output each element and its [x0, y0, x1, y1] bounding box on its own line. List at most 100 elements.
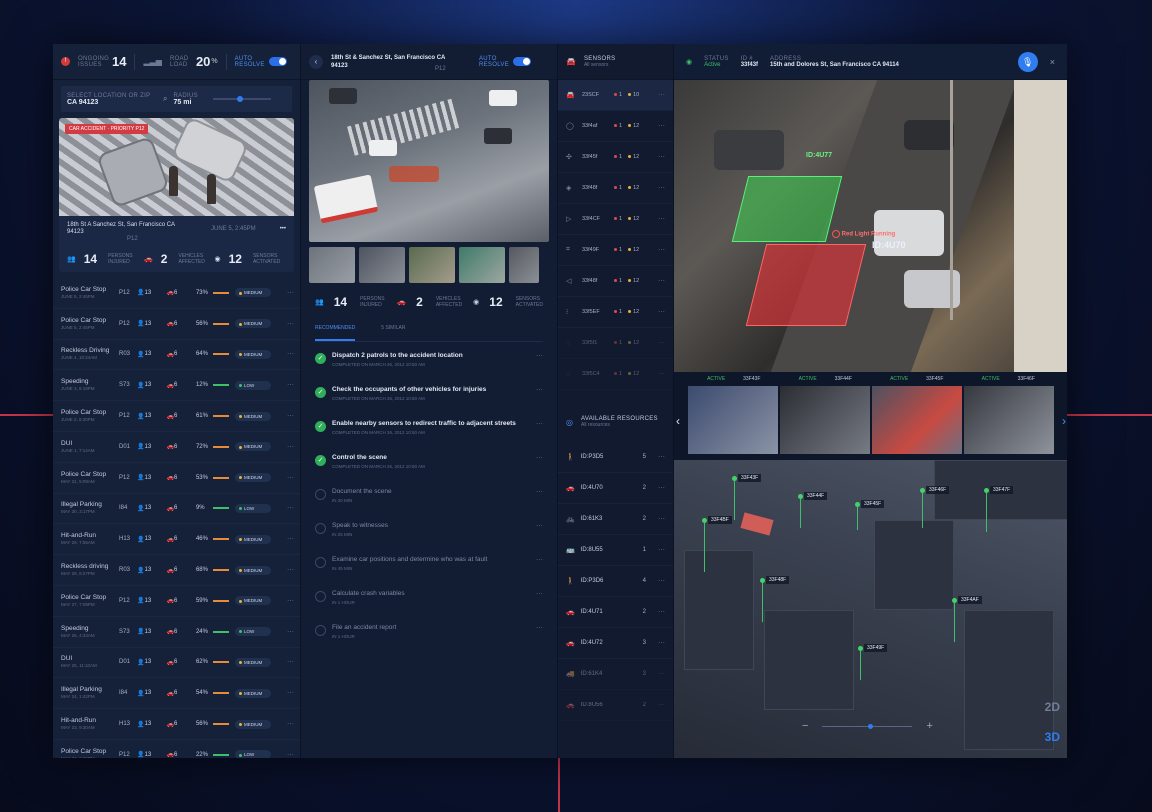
view-3d-button[interactable]: 3D: [1045, 730, 1060, 744]
view-2d-button[interactable]: 2D: [1045, 700, 1060, 714]
more-options-icon[interactable]: ⋯: [287, 535, 294, 543]
more-options-icon[interactable]: ⋯: [658, 639, 665, 647]
more-options-icon[interactable]: ⋯: [658, 546, 665, 554]
task-item[interactable]: ✓ Enable nearby sensors to redirect traff…: [301, 420, 557, 444]
location-input[interactable]: CA 94123: [67, 99, 157, 106]
resource-row[interactable]: 🚗 ID:4U71 2 ⋯: [558, 597, 673, 628]
incident-row[interactable]: Police Car Stop JUNE 5, 2:45PM P12 👤 13 🚗 6 56%…: [53, 309, 300, 340]
more-options-icon[interactable]: •••: [280, 226, 286, 232]
task-item[interactable]: Speak to witnesses IN 25 MIN ⋯: [301, 522, 557, 546]
resource-row[interactable]: 🚗 ID:8U56 2 ⋯: [558, 690, 673, 721]
resource-row[interactable]: 🚌 ID:8U55 1 ⋯: [558, 535, 673, 566]
resource-row[interactable]: 🚗 ID:4U70 2 ⋯: [558, 473, 673, 504]
incident-row[interactable]: Speeding MAY 26, 4:34AM S73 👤 13 🚗 6 24% LOW ⋯: [53, 617, 300, 648]
location-search[interactable]: SELECT LOCATION OR ZIP CA 94123 ⌕ RADIUS…: [61, 86, 292, 112]
camera-thumbnail[interactable]: [872, 386, 962, 454]
incident-row[interactable]: Police Car StopMAY 22, 6:15PMP12 👤13 🚗6 22%…: [53, 740, 300, 758]
auto-resolve-toggle[interactable]: [268, 57, 287, 66]
map-pin[interactable]: [952, 598, 957, 642]
resource-row[interactable]: 🚶 ID:P3D6 4 ⋯: [558, 566, 673, 597]
incident-row[interactable]: DUI MAY 25, 11:10AM D01 👤 13 🚗 6 62% MEDIUM ⋯: [53, 648, 300, 679]
more-options-icon[interactable]: ⋯: [287, 412, 294, 420]
sensors-filter[interactable]: All sensors: [584, 62, 615, 68]
more-options-icon[interactable]: ⋯: [536, 454, 543, 478]
map-pin[interactable]: [760, 578, 765, 622]
more-options-icon[interactable]: ⋯: [658, 215, 665, 223]
zoom-slider[interactable]: [822, 723, 913, 729]
more-options-icon[interactable]: ⋯: [658, 339, 665, 347]
search-icon[interactable]: ⌕: [163, 94, 167, 104]
incident-row[interactable]: Police Car Stop JUNE 2, 8:20PM P12 👤 13 🚗 6 61%…: [53, 401, 300, 432]
check-icon[interactable]: ✓: [315, 421, 326, 432]
more-options-icon[interactable]: ⋯: [658, 184, 665, 192]
chevron-left-icon[interactable]: ‹: [676, 414, 680, 428]
more-options-icon[interactable]: ⋯: [658, 608, 665, 616]
check-icon[interactable]: ✓: [315, 455, 326, 466]
thumbnail[interactable]: [409, 247, 455, 283]
tab-recommended[interactable]: RECOMMENDED: [315, 325, 356, 341]
tracked-vehicle-green[interactable]: [731, 176, 843, 242]
map-pin[interactable]: [798, 494, 803, 528]
incident-row[interactable]: Police Car Stop JUNE 5, 2:45PM P12 👤 13 🚗 6 73%…: [53, 278, 300, 309]
check-icon[interactable]: ✓: [315, 387, 326, 398]
more-options-icon[interactable]: ⋯: [658, 484, 665, 492]
incident-row[interactable]: Illegal Parking MAY 30, 3:17PM I84 👤 13 🚗 6 9% L…: [53, 494, 300, 525]
incident-row[interactable]: Hit-and-Run MAY 23, 9:30AM H13 👤 13 🚗 6 56% MEDI…: [53, 709, 300, 740]
chevron-right-icon[interactable]: ›: [1062, 414, 1066, 428]
sensor-row[interactable]: ⁝ 33f5EF 1 12 ⋯: [558, 297, 673, 328]
sensor-row[interactable]: ◈ 33f48f 1 12 ⋯: [558, 173, 673, 204]
more-options-icon[interactable]: ⋯: [658, 370, 665, 378]
more-options-icon[interactable]: ⋯: [658, 308, 665, 316]
live-camera-feed[interactable]: ID:4U77 Red Light Running ID:4U70: [674, 80, 1067, 372]
sensor-row[interactable]: ⌗ 33f49F 1 12 ⋯: [558, 235, 673, 266]
more-options-icon[interactable]: ⋯: [287, 597, 294, 605]
active-incident-card[interactable]: CAR ACCIDENT · PRIORITY P12 18th St A Sa…: [59, 118, 294, 272]
more-options-icon[interactable]: ⋯: [287, 320, 294, 328]
more-options-icon[interactable]: ⋯: [536, 352, 543, 376]
check-icon[interactable]: ✓: [315, 353, 326, 364]
microphone-button[interactable]: 🎙: [1017, 51, 1038, 72]
task-item[interactable]: ✓ Dispatch 2 patrols to the accident loca…: [301, 352, 557, 376]
camera-thumbnail[interactable]: [688, 386, 778, 454]
camera-thumbnail[interactable]: [964, 386, 1054, 454]
thumbnail[interactable]: [509, 247, 539, 283]
incident-row[interactable]: Speeding JUNE 3, 8:19PM S73 👤 13 🚗 6 12% LOW ⋯: [53, 370, 300, 402]
more-options-icon[interactable]: ⋯: [658, 153, 665, 161]
more-options-icon[interactable]: ⋯: [287, 658, 294, 666]
map-pin[interactable]: [732, 476, 737, 520]
incident-row[interactable]: DUI JUNE 1, 7:14AM D01 👤 13 🚗 6 72% MEDIUM ⋯: [53, 432, 300, 463]
task-item[interactable]: Calculate crash variables IN 1 HOUR ⋯: [301, 590, 557, 614]
more-options-icon[interactable]: ⋯: [536, 590, 543, 614]
checkbox-empty-icon[interactable]: [315, 489, 326, 500]
more-options-icon[interactable]: ⋯: [287, 628, 294, 636]
task-item[interactable]: Examine car positions and determine who …: [301, 556, 557, 580]
more-options-icon[interactable]: ⋯: [287, 289, 294, 297]
more-options-icon[interactable]: ⋯: [536, 420, 543, 444]
incident-row[interactable]: Reckless Driving JUNE 4, 10:24AM R03 👤 13 🚗 6 6…: [53, 340, 300, 371]
more-options-icon[interactable]: ⋯: [287, 720, 294, 728]
zoom-out-button[interactable]: −: [802, 720, 808, 732]
more-options-icon[interactable]: ⋯: [658, 577, 665, 585]
thumbnail[interactable]: [359, 247, 405, 283]
more-options-icon[interactable]: ⋯: [536, 488, 543, 512]
resource-row[interactable]: 🚲 ID:61K3 2 ⋯: [558, 504, 673, 535]
resource-row[interactable]: 🚗 ID:4U72 3 ⋯: [558, 628, 673, 659]
tab-similar[interactable]: 5 SIMILAR: [381, 325, 405, 341]
sensor-row[interactable]: ◁ 33f48f 1 12 ⋯: [558, 266, 673, 297]
more-options-icon[interactable]: ⋯: [658, 246, 665, 254]
more-options-icon[interactable]: ⋯: [658, 91, 665, 99]
more-options-icon[interactable]: ⋯: [658, 670, 665, 678]
map-pin[interactable]: [920, 488, 925, 528]
more-options-icon[interactable]: ⋯: [658, 122, 665, 130]
more-options-icon[interactable]: ⋯: [287, 474, 294, 482]
more-options-icon[interactable]: ⋯: [536, 522, 543, 546]
incident-row[interactable]: Reckless driving MAY 28, 8:27PM R03 👤 13 🚗 6 68…: [53, 555, 300, 586]
more-options-icon[interactable]: ⋯: [658, 277, 665, 285]
sensor-row[interactable]: ◌ 33f5f1 1 12 ⋯: [558, 328, 673, 359]
more-options-icon[interactable]: ⋯: [287, 443, 294, 451]
task-item[interactable]: ✓ Check the occupants of other vehicles f…: [301, 386, 557, 410]
sensor-row[interactable]: ▷ 33f4CF 1 12 ⋯: [558, 204, 673, 235]
thumbnail[interactable]: [459, 247, 505, 283]
more-options-icon[interactable]: ⋯: [287, 504, 294, 512]
more-options-icon[interactable]: ⋯: [536, 556, 543, 580]
